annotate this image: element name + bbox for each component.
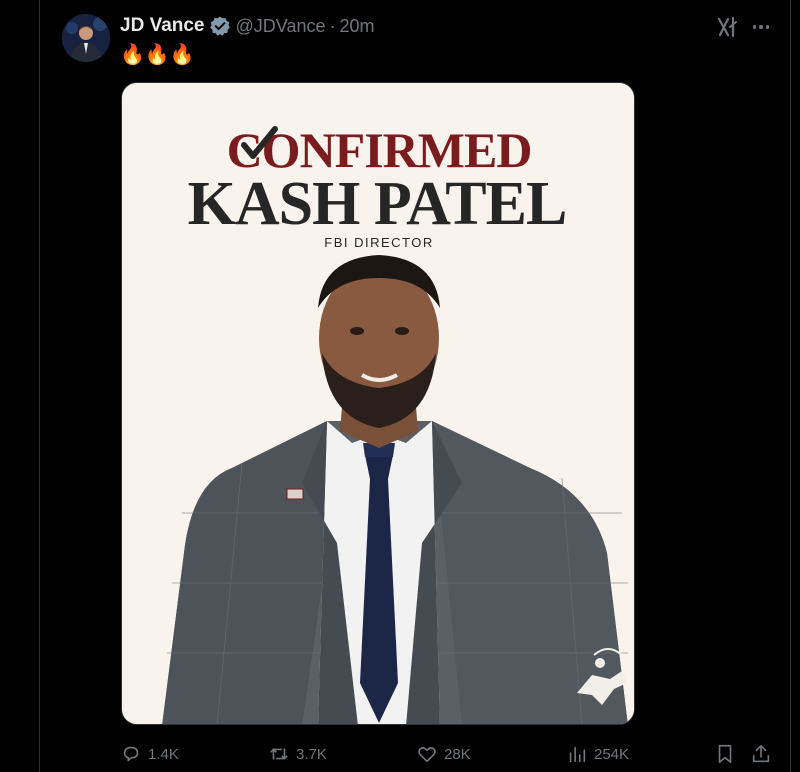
like-button[interactable]: 28K	[416, 740, 471, 768]
reply-count: 1.4K	[148, 745, 179, 763]
like-count: 28K	[444, 745, 471, 763]
views-icon	[569, 746, 586, 763]
post-time[interactable]: 20m	[339, 16, 374, 37]
reply-button[interactable]: 1.4K	[120, 740, 179, 768]
tweet-media-image[interactable]: CONFIRMED KASH PATEL FBI DIRECTOR	[121, 82, 635, 725]
avatar[interactable]	[62, 14, 110, 62]
view-count: 254K	[594, 745, 630, 763]
timeline-border-right	[790, 0, 791, 772]
timeline-border-left	[39, 0, 40, 772]
share-button[interactable]	[750, 740, 772, 768]
author-handle[interactable]: @JDVance	[236, 16, 326, 37]
tweet-header: JD Vance @JDVance · 20m	[120, 14, 375, 38]
heart-icon	[418, 747, 436, 763]
views-button[interactable]: 254K	[566, 740, 629, 768]
repost-icon	[270, 748, 288, 760]
bookmark-button[interactable]	[714, 740, 736, 768]
more-icon[interactable]	[748, 15, 774, 39]
tweet-actions: 1.4K 3.7K 28K 254K	[120, 740, 780, 768]
grok-icon[interactable]	[716, 15, 740, 39]
repost-count: 3.7K	[296, 745, 327, 763]
tweet-text: 🔥🔥🔥	[120, 44, 195, 66]
verified-badge-icon	[209, 15, 231, 37]
repost-button[interactable]: 3.7K	[268, 740, 327, 768]
share-icon	[752, 744, 770, 763]
separator-dot: ·	[329, 15, 336, 36]
title-text: FBI DIRECTOR	[324, 235, 434, 250]
bookmark-icon	[718, 744, 732, 764]
confirmed-graphic: CONFIRMED KASH PATEL FBI DIRECTOR	[122, 83, 634, 724]
reply-icon	[123, 746, 139, 762]
name-text: KASH PATEL	[188, 170, 567, 238]
author-name[interactable]: JD Vance	[120, 15, 205, 37]
